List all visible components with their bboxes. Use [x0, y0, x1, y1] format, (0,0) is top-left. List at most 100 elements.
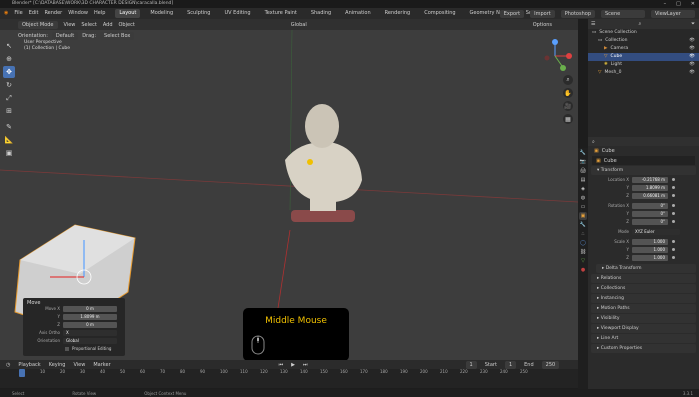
menu-view-timeline[interactable]: View	[73, 362, 85, 368]
tool-tab-icon[interactable]: 🔧	[579, 149, 587, 157]
rotation-x-field[interactable]: 0°	[632, 202, 668, 209]
constraints-tab-icon[interactable]: ⛓	[579, 248, 587, 256]
pivot-selector[interactable]: Global	[291, 22, 307, 28]
object-name-field[interactable]: ▣ Cube	[592, 156, 695, 165]
keyframe-dot-icon[interactable]	[672, 186, 675, 189]
material-tab-icon[interactable]: ●	[579, 266, 587, 274]
move-tool-icon[interactable]: ✥	[3, 66, 15, 78]
section-visibility[interactable]: ▸ Visibility	[591, 314, 696, 323]
section-motion-paths[interactable]: ▸ Motion Paths	[591, 304, 696, 313]
menu-view[interactable]: View	[64, 22, 76, 28]
world-tab-icon[interactable]: ◍	[579, 194, 587, 202]
outliner-type-icon[interactable]: ☰	[591, 21, 595, 27]
move-panel-title[interactable]: Move	[23, 298, 125, 306]
section-viewport-display[interactable]: ▸ Viewport Display	[591, 324, 696, 333]
section-collections[interactable]: ▸ Collections	[591, 284, 696, 293]
outliner-item-camera[interactable]: ▶ Camera 👁	[588, 45, 699, 53]
outliner-search-icon[interactable]: ⌕	[638, 21, 641, 27]
keyframe-dot-icon[interactable]	[672, 194, 675, 197]
cursor-tool-icon[interactable]: ⊕	[3, 53, 15, 65]
orientation-row-field[interactable]: Global	[63, 337, 117, 344]
jump-end-icon[interactable]: ⏭	[303, 362, 308, 368]
timeline-type-icon[interactable]: ◷	[6, 362, 10, 368]
eye-icon[interactable]: 👁	[689, 69, 699, 77]
section-relations[interactable]: ▸ Relations	[591, 274, 696, 283]
proportional-checkbox[interactable]	[65, 346, 69, 351]
photoshop-button[interactable]: Photoshop	[560, 9, 595, 18]
outliner-item-collection[interactable]: ▭ Collection 👁	[588, 37, 699, 45]
scale-y-field[interactable]: 1.000	[632, 246, 668, 253]
menu-help[interactable]: Help	[94, 8, 105, 19]
move-x-field[interactable]: 0 m	[63, 305, 117, 312]
keyframe-dot-icon[interactable]	[672, 248, 675, 251]
eye-icon[interactable]: 👁	[689, 61, 699, 69]
location-z-field[interactable]: 0.66081 m	[632, 192, 668, 199]
render-tab-icon[interactable]: 📷	[579, 158, 587, 166]
menu-add[interactable]: Add	[103, 22, 113, 28]
menu-keying[interactable]: Keying	[49, 362, 66, 368]
menu-select[interactable]: Select	[81, 22, 96, 28]
camera-view-icon[interactable]: 🎥	[563, 101, 573, 111]
props-search-icon[interactable]: ⌕	[592, 139, 595, 145]
tab-compositing[interactable]: Compositing	[420, 9, 459, 18]
particles-tab-icon[interactable]: ∴	[579, 230, 587, 238]
outliner-filter-icon[interactable]: ⏷	[691, 21, 699, 27]
rotation-z-field[interactable]: 0°	[632, 218, 668, 225]
view-layer-tab-icon[interactable]: ▤	[579, 176, 587, 184]
menu-object[interactable]: Object	[119, 22, 135, 28]
transform-section-header[interactable]: ▾ Transform	[591, 166, 696, 175]
tab-animation[interactable]: Animation	[341, 9, 375, 18]
move-y-field[interactable]: 1.8099 m	[63, 313, 117, 320]
grid-ortho-icon[interactable]: ▦	[563, 114, 573, 124]
scale-z-field[interactable]: 1.000	[632, 254, 668, 261]
eye-icon[interactable]: 👁	[689, 45, 699, 53]
scale-tool-icon[interactable]: ⤢	[3, 92, 15, 104]
output-tab-icon[interactable]: 🖨	[579, 167, 587, 175]
tab-rendering[interactable]: Rendering	[381, 9, 415, 18]
tab-modeling[interactable]: Modeling	[146, 9, 177, 18]
tab-uv-editing[interactable]: UV Editing	[220, 9, 254, 18]
view-layer-selector[interactable]: ViewLayer	[651, 9, 695, 18]
keyframe-dot-icon[interactable]	[672, 212, 675, 215]
keyframe-dot-icon[interactable]	[672, 240, 675, 243]
outliner-item-mesh[interactable]: ▽ Mesh_0 👁	[588, 69, 699, 77]
select-tool-icon[interactable]: ↖	[3, 40, 15, 52]
play-icon[interactable]: ▶	[291, 362, 295, 368]
move-z-field[interactable]: 0 m	[63, 321, 117, 328]
playhead[interactable]	[19, 369, 25, 377]
pan-hand-icon[interactable]: ✋	[563, 88, 573, 98]
keyframe-dot-icon[interactable]	[672, 178, 675, 181]
menu-playback[interactable]: Playback	[18, 362, 40, 368]
menu-edit[interactable]: Edit	[29, 8, 39, 19]
physics-tab-icon[interactable]: ◯	[579, 239, 587, 247]
section-custom-properties[interactable]: ▸ Custom Properties	[591, 344, 696, 353]
outliner-root[interactable]: ▭ Scene Collection	[588, 29, 699, 37]
mode-selector[interactable]: Object Mode	[18, 20, 58, 29]
end-frame-field[interactable]: 250	[541, 360, 560, 369]
navigation-gizmo[interactable]	[535, 36, 575, 76]
modifier-tab-icon[interactable]: 🔧	[579, 221, 587, 229]
transform-tool-icon[interactable]: ⊞	[3, 105, 15, 117]
orientation-selector[interactable]: Default	[51, 31, 79, 40]
outliner-item-cube[interactable]: ▽ Cube 👁	[588, 53, 699, 61]
timeline-ruler[interactable]: 0102030405060708090100110120130140150160…	[0, 369, 578, 379]
scale-x-field[interactable]: 1.000	[632, 238, 668, 245]
close-icon[interactable]: ✕	[691, 1, 695, 7]
minimize-icon[interactable]: –	[664, 1, 667, 7]
options-menu[interactable]: Options	[533, 22, 552, 28]
eye-icon[interactable]: 👁	[689, 53, 699, 61]
keyframe-dot-icon[interactable]	[672, 220, 675, 223]
object-tab-icon[interactable]: ▣	[579, 212, 587, 220]
zoom-icon[interactable]: ⌕	[563, 75, 573, 85]
rotation-mode-select[interactable]: XYZ Euler	[632, 228, 680, 235]
import-button[interactable]: Import	[530, 9, 555, 18]
axis-ortho-field[interactable]: X	[63, 329, 117, 336]
rotation-y-field[interactable]: 0°	[632, 210, 668, 217]
outliner-item-light[interactable]: ✺ Light 👁	[588, 61, 699, 69]
tab-texture-paint[interactable]: Texture Paint	[261, 9, 301, 18]
data-tab-icon[interactable]: ▽	[579, 257, 587, 265]
current-frame-field[interactable]: 1	[465, 360, 477, 369]
annotate-tool-icon[interactable]: ✎	[3, 121, 15, 133]
menu-marker[interactable]: Marker	[93, 362, 110, 368]
scene-selector[interactable]: Scene	[601, 9, 645, 18]
